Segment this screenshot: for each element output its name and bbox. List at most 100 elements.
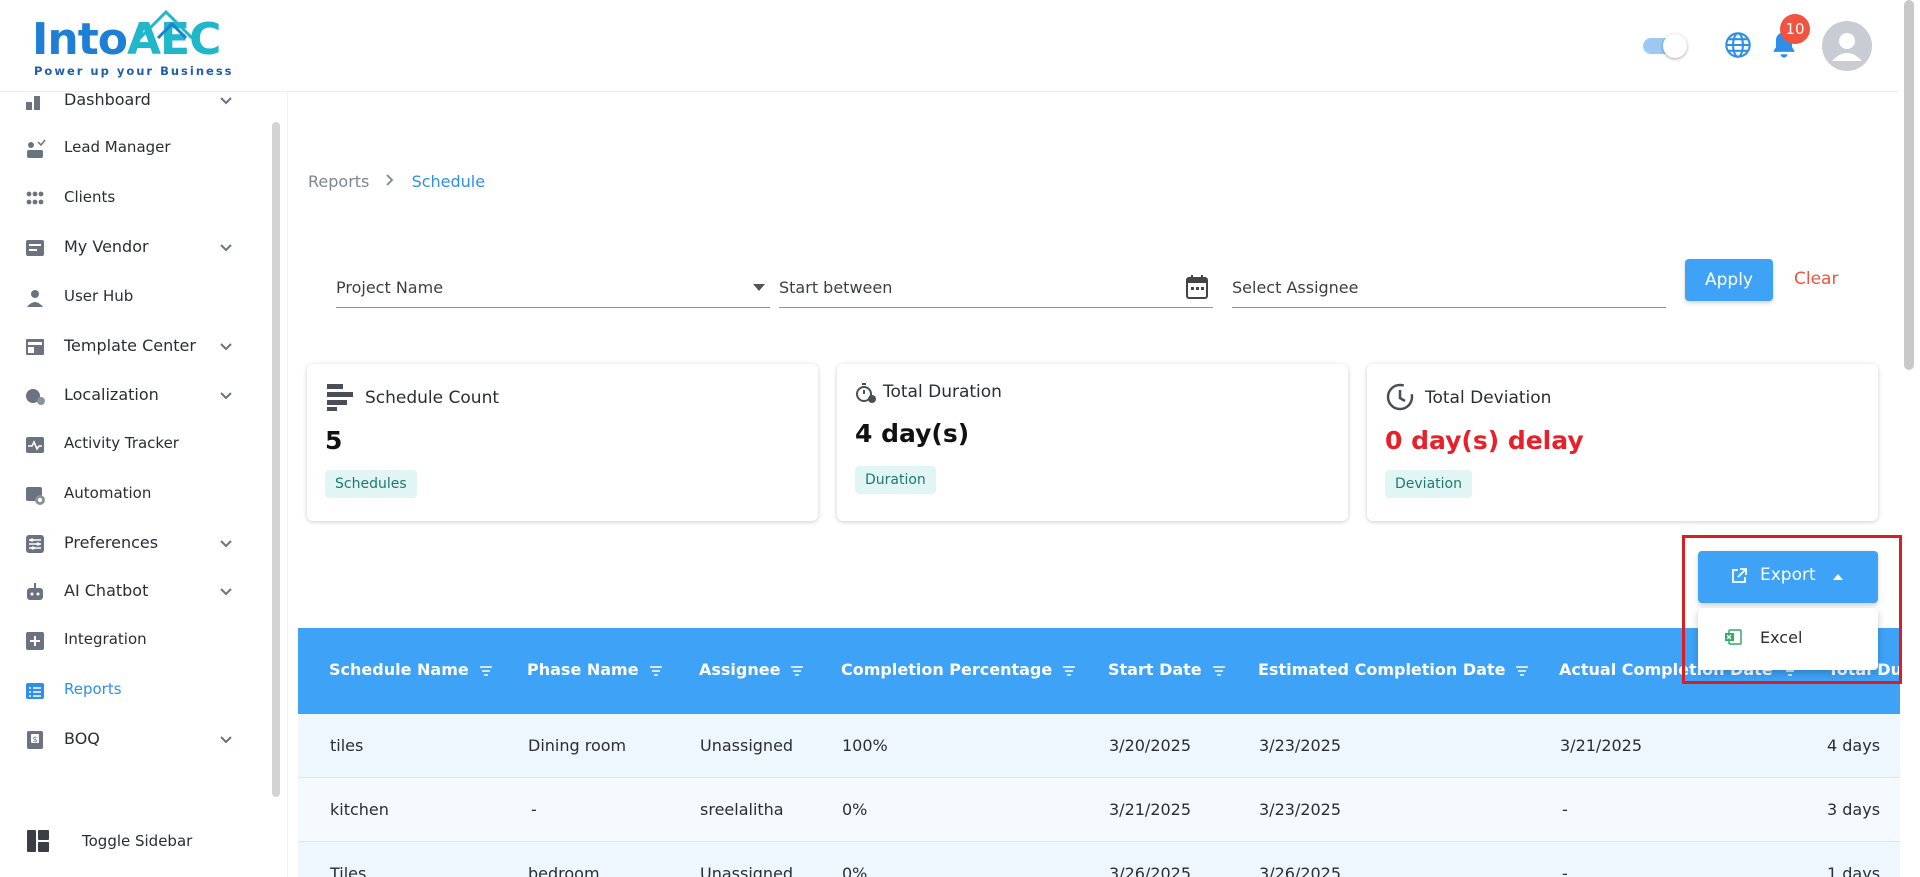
breadcrumb: Reports Schedule (308, 172, 485, 191)
theme-toggle[interactable] (1643, 33, 1689, 59)
table-row[interactable]: kitchen - sreelalitha 0% 3/21/2025 3/23/… (298, 778, 1900, 842)
export-button[interactable]: Export (1698, 551, 1878, 603)
project-name-select[interactable]: Project Name (336, 268, 770, 308)
start-between-date-input[interactable]: Start between (779, 268, 1213, 308)
column-header-completion-percentage[interactable]: Completion Percentage (841, 660, 1076, 679)
toggle-sidebar-button[interactable]: Toggle Sidebar (0, 822, 270, 862)
lead-manager-icon (27, 139, 46, 158)
cell-estimated-completion-date: 3/23/2025 (1259, 800, 1342, 819)
breadcrumb-current: Schedule (411, 172, 486, 191)
total-duration-card: Total Duration 4 day(s) Duration (837, 364, 1348, 521)
sidebar-item-label: My Vendor (64, 237, 149, 256)
sidebar-layout-icon (27, 830, 49, 852)
top-header: IntoAEC Power up your Business 10 (0, 0, 1898, 92)
logo-mark-icon (138, 9, 194, 40)
sidebar-item-integration[interactable]: Integration (0, 620, 270, 660)
cell-phase-name: bedroom (528, 864, 600, 877)
reports-icon (26, 683, 44, 699)
filter-icon[interactable] (790, 665, 804, 677)
filter-icon[interactable] (1212, 665, 1226, 677)
sidebar-item-activity-tracker[interactable]: Activity Tracker (0, 424, 270, 464)
table-row[interactable]: Tiles bedroom Unassigned 0% 3/26/2025 3/… (298, 842, 1900, 877)
total-deviation-card: Total Deviation 0 day(s) delay Deviation (1367, 364, 1878, 521)
project-name-placeholder: Project Name (336, 278, 444, 297)
sidebar-item-label: AI Chatbot (64, 581, 149, 600)
card-title: Total Deviation (1425, 388, 1552, 408)
cell-actual-completion-date: 3/21/2025 (1560, 736, 1643, 755)
cell-assignee: sreelalitha (700, 800, 784, 819)
export-label: Export (1760, 565, 1816, 585)
user-icon (27, 290, 43, 307)
stopwatch-icon (856, 383, 876, 403)
column-header-start-date[interactable]: Start Date (1108, 660, 1226, 679)
excel-label: Excel (1760, 628, 1803, 647)
chevron-down-icon (220, 588, 232, 596)
card-chip: Deviation (1385, 470, 1472, 498)
chevron-down-icon (220, 540, 232, 548)
globe-icon[interactable] (1724, 31, 1752, 59)
column-header-phase-name[interactable]: Phase Name (527, 660, 663, 679)
sidebar-item-clients[interactable]: Clients (0, 178, 270, 218)
cell-total-duration: 1 days (1827, 864, 1881, 877)
logo-tagline: Power up your Business (34, 64, 234, 78)
cell-completion-percentage: 0% (842, 864, 868, 877)
card-value: 4 day(s) (855, 419, 970, 448)
card-chip: Duration (855, 466, 936, 494)
user-avatar[interactable] (1822, 21, 1872, 71)
cell-schedule-name: tiles (330, 736, 364, 755)
chevron-right-icon (384, 172, 396, 191)
sidebar-item-dashboard[interactable]: Dashboard (0, 92, 270, 120)
cell-total-duration: 3 days (1827, 800, 1881, 819)
preferences-icon (26, 535, 44, 553)
sidebar-item-label: Reports (64, 680, 122, 698)
page-scrollbar[interactable] (1904, 0, 1914, 370)
sidebar-item-ai-chatbot[interactable]: AI Chatbot (0, 571, 270, 611)
avatar-person-icon (1832, 33, 1862, 61)
sidebar-item-localization[interactable]: Localization (0, 375, 270, 415)
sidebar-item-user-hub[interactable]: User Hub (0, 277, 270, 317)
apply-button[interactable]: Apply (1685, 259, 1773, 301)
filter-icon[interactable] (1515, 665, 1529, 677)
cell-assignee: Unassigned (700, 864, 794, 877)
sidebar-scrollbar[interactable] (272, 122, 280, 797)
breadcrumb-reports-link[interactable]: Reports (308, 172, 369, 191)
filter-icon[interactable] (649, 665, 663, 677)
cell-actual-completion-date: - (1562, 800, 1568, 819)
column-header-estimated-completion-date[interactable]: Estimated Completion Date (1258, 660, 1529, 679)
sidebar-item-boq[interactable]: $ BOQ (0, 719, 270, 759)
calendar-icon[interactable] (1185, 274, 1209, 300)
intoaec-logo[interactable]: IntoAEC Power up your Business (32, 8, 232, 78)
menu-item-excel[interactable]: Excel (1698, 608, 1878, 670)
share-export-icon (1732, 568, 1747, 583)
clear-button[interactable]: Clear (1794, 269, 1838, 289)
sidebar-item-label: Localization (64, 385, 159, 404)
sidebar-item-preferences[interactable]: Preferences (0, 523, 270, 563)
bar-chart-icon (327, 384, 353, 411)
sidebar: Dashboard Lead Manager Clients My Vendor… (0, 92, 288, 877)
sidebar-item-lead-manager[interactable]: Lead Manager (0, 128, 270, 168)
localization-icon (26, 389, 45, 405)
sidebar-item-reports[interactable]: Reports (0, 670, 270, 710)
table-row[interactable]: tiles Dining room Unassigned 100% 3/20/2… (298, 714, 1900, 778)
card-title: Schedule Count (365, 388, 500, 408)
sidebar-item-template-center[interactable]: Template Center (0, 326, 270, 366)
cell-total-duration: 4 days (1827, 736, 1881, 755)
integration-icon (26, 632, 44, 650)
template-icon (26, 339, 44, 355)
cell-start-date: 3/20/2025 (1109, 736, 1192, 755)
column-header-assignee[interactable]: Assignee (699, 660, 804, 679)
filter-icon[interactable] (1062, 665, 1076, 677)
cell-start-date: 3/26/2025 (1109, 864, 1192, 877)
cell-completion-percentage: 100% (842, 736, 888, 755)
column-header-schedule-name[interactable]: Schedule Name (329, 660, 493, 679)
cell-assignee: Unassigned (700, 736, 794, 755)
sidebar-item-label: Activity Tracker (64, 434, 179, 452)
sidebar-item-my-vendor[interactable]: My Vendor (0, 227, 270, 267)
filter-icon[interactable] (479, 665, 493, 677)
schedule-count-card: Schedule Count 5 Schedules (307, 364, 818, 521)
chevron-down-icon (220, 97, 232, 105)
sidebar-item-label: Template Center (64, 336, 196, 355)
select-assignee-input[interactable]: Select Assignee (1232, 268, 1666, 308)
card-chip: Schedules (325, 470, 417, 498)
sidebar-item-automation[interactable]: Automation (0, 474, 270, 514)
